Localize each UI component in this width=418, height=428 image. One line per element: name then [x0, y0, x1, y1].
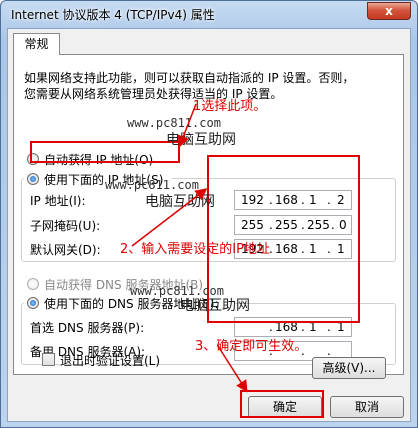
arrow-step2 — [131, 188, 208, 247]
tab-general[interactable]: 常规 — [13, 33, 60, 55]
annotation-arrows — [131, 103, 248, 393]
arrow-step1 — [177, 103, 197, 148]
arrow-step3 — [217, 345, 248, 393]
